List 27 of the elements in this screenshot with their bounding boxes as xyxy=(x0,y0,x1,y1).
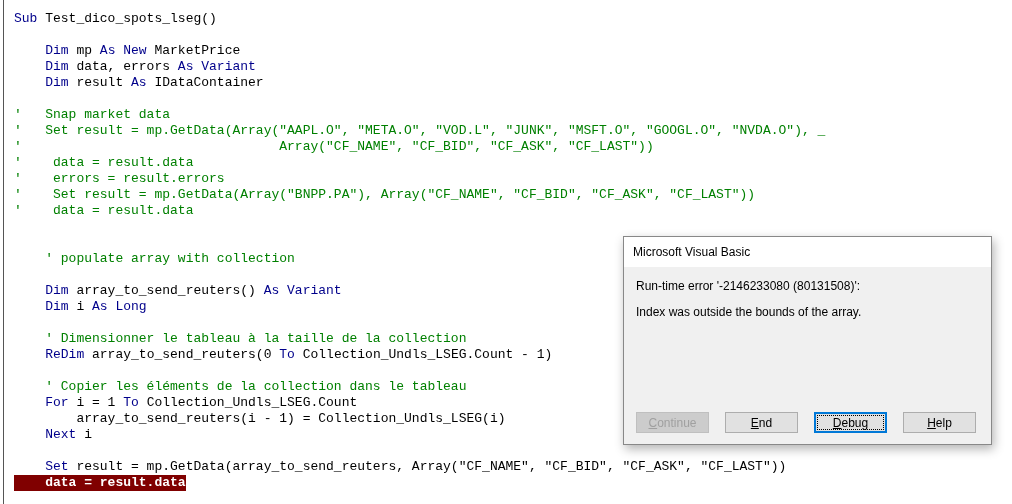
code-comment-line: ' populate array with collection xyxy=(44,251,295,267)
code-comment-line: ' Dimensionner le tableau à la taille de la collection xyxy=(44,331,467,347)
error-message: Index was outside the bounds of the array. xyxy=(636,305,863,319)
code-line: Dim array_to_send_reuters() As Variant xyxy=(44,283,342,299)
code-comment-line: ' Set result = mp.GetData(Array("AAPL.O", "META.O", "VOD.L", "JUNK", "MSFT.O", "GOOGL.O", "NVDA.O"), _ xyxy=(14,123,826,139)
code-line: Dim mp As New MarketPrice xyxy=(44,43,241,59)
dialog-button[interactable]: End xyxy=(725,412,798,433)
code-comment-line: ' Set result = mp.GetData(Array("BNPP.PA"), Array("CF_NAME", "CF_BID", "CF_ASK", "CF_LAST")) xyxy=(14,187,756,203)
code-comment-line: ' Copier les éléments de la collection dans le tableau xyxy=(44,379,467,395)
code-line: ReDim array_to_send_reuters(0 To Collection_Undls_LSEG.Count - 1) xyxy=(44,347,553,363)
code-line: Next i xyxy=(44,427,93,443)
code-comment-line: ' Snap market data xyxy=(14,107,171,123)
code-comment-line: ' data = result.data xyxy=(14,203,194,219)
dialog-button[interactable]: Debug xyxy=(814,412,887,433)
code-line: Set result = mp.GetData(array_to_send_reuters, Array("CF_NAME", "CF_BID", "CF_ASK", "CF_LAST")) xyxy=(44,459,787,475)
dialog-button[interactable]: Help xyxy=(903,412,976,433)
code-line: array_to_send_reuters(i - 1) = Collection_Undls_LSEG(i) xyxy=(75,411,506,427)
code-line: Dim result As IDataContainer xyxy=(44,75,264,91)
dialog-title: Microsoft Visual Basic xyxy=(624,237,991,267)
code-line: For i = 1 To Collection_Undls_LSEG.Count xyxy=(44,395,358,411)
code-comment-line: ' data = result.data xyxy=(14,155,194,171)
code-comment-line: ' Array("CF_NAME", "CF_BID", "CF_ASK", "CF_LAST")) xyxy=(14,139,654,155)
code-line: Dim i As Long xyxy=(44,299,147,315)
code-comment-line: ' errors = result.errors xyxy=(14,171,225,187)
code-line: Sub Test_dico_spots_lseg() xyxy=(14,11,217,27)
error-code-text: Run-time error '-2146233080 (80131508)': xyxy=(636,279,862,293)
code-line: Dim data, errors As Variant xyxy=(44,59,256,75)
